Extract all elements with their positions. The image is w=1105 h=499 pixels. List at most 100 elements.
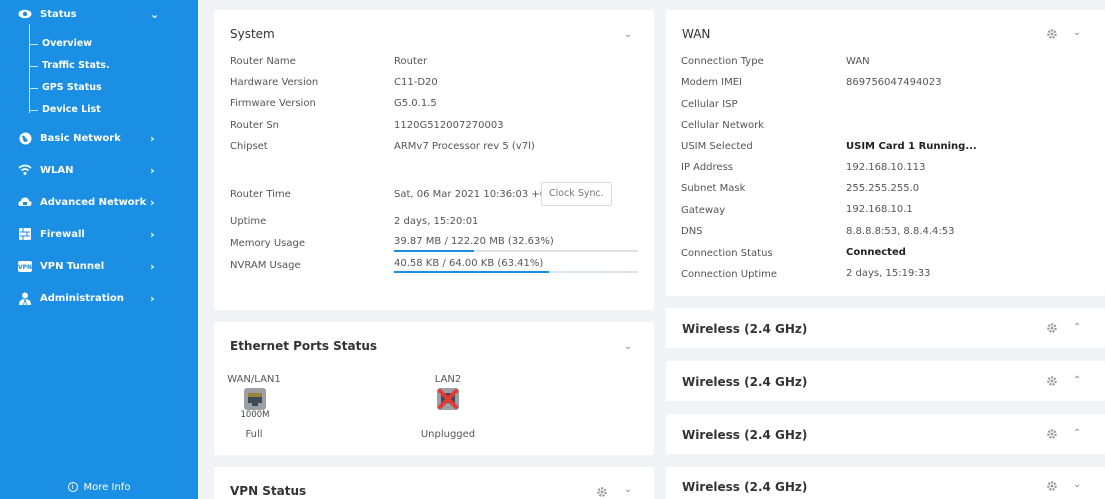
gear-icon[interactable] — [1046, 480, 1058, 492]
cloud-icon — [18, 195, 32, 209]
connection-type-label: Connection Type — [681, 56, 764, 67]
card-title: Wireless (2.4 GHz) — [682, 322, 808, 336]
card-title: Ethernet Ports Status — [230, 339, 378, 353]
wireless-card: Wireless (2.4 GHz) ⌃ — [666, 361, 1105, 401]
uptime-label: Uptime — [230, 216, 267, 227]
sidebar-item-label: VPN Tunnel — [40, 260, 105, 272]
clock-sync-button[interactable]: Clock Sync. — [541, 182, 612, 206]
sidebar: Status ⌄ Overview Traffic Stats. GPS Sta… — [0, 0, 198, 499]
chevron-right-icon: › — [150, 163, 155, 177]
sidebar-subitem-label: GPS Status — [42, 82, 102, 93]
ip-address-label: IP Address — [681, 162, 733, 173]
gear-icon[interactable] — [1046, 28, 1058, 40]
eye-icon — [18, 7, 32, 21]
uptime-value: 2 days, 15:20:01 — [394, 216, 479, 227]
chevron-up-icon[interactable]: ⌃ — [1073, 428, 1081, 439]
ethernet-port-unplugged-icon — [437, 388, 459, 410]
globe-icon — [18, 131, 32, 145]
card-title: WAN — [682, 27, 711, 41]
nvram-usage-label: NVRAM Usage — [230, 260, 301, 271]
modem-imei-value: 869756047494023 — [846, 77, 942, 88]
chevron-right-icon: › — [150, 259, 155, 273]
info-icon: i — [67, 482, 78, 492]
sidebar-subitem-label: Traffic Stats. — [42, 60, 110, 71]
sidebar-subitem-label: Device List — [42, 104, 101, 115]
port-speed: 1000M — [240, 410, 270, 420]
sidebar-item-label: Status — [40, 8, 77, 20]
card-title: Wireless (2.4 GHz) — [682, 480, 808, 494]
memory-usage-bar-fill — [394, 250, 474, 252]
sidebar-item-firewall[interactable]: Firewall › — [0, 219, 198, 249]
sidebar-item-basic-network[interactable]: Basic Network › — [0, 123, 198, 153]
gear-icon[interactable] — [1046, 322, 1058, 334]
vpn-icon: VPN — [18, 259, 32, 273]
connection-status-label: Connection Status — [681, 248, 773, 259]
sidebar-subitem-label: Overview — [42, 38, 93, 49]
router-sn-label: Router Sn — [230, 120, 280, 131]
router-time-value: Sat, 06 Mar 2021 10:36:03 +0800 — [394, 189, 566, 200]
nvram-usage-value: 40.58 KB / 64.00 KB (63.41%) — [394, 258, 544, 269]
port-name: WAN/LAN1 — [227, 374, 281, 385]
card-title: Wireless (2.4 GHz) — [682, 375, 808, 389]
sidebar-item-label: Basic Network — [40, 132, 121, 144]
router-time-label: Router Time — [230, 189, 291, 200]
memory-usage-value: 39.87 MB / 122.20 MB (32.63%) — [394, 236, 554, 247]
chevron-down-icon: ⌄ — [150, 7, 160, 21]
gateway-label: Gateway — [681, 205, 726, 216]
sidebar-subitem-overview[interactable]: Overview — [0, 33, 198, 55]
more-info-link[interactable]: i More Info — [0, 482, 198, 493]
port-name: LAN2 — [434, 374, 462, 385]
chevron-down-icon[interactable]: ⌄ — [624, 484, 632, 495]
gateway-value: 192.168.10.1 — [846, 204, 913, 215]
chipset-value: ARMv7 Processor rev 5 (v7l) — [394, 141, 535, 152]
firmware-version-label: Firmware Version — [230, 98, 316, 109]
subnet-mask-value: 255.255.255.0 — [846, 183, 920, 194]
firewall-icon — [18, 227, 32, 241]
card-title: VPN Status — [230, 484, 307, 498]
sidebar-item-wlan[interactable]: WLAN › — [0, 155, 198, 185]
sidebar-subitem-traffic-stats[interactable]: Traffic Stats. — [0, 55, 198, 77]
gear-icon[interactable] — [596, 486, 608, 498]
nvram-usage-bar-fill — [394, 271, 549, 273]
chevron-up-icon[interactable]: ⌃ — [1073, 375, 1081, 386]
port-status: Full — [245, 429, 263, 440]
chevron-right-icon: › — [150, 227, 155, 241]
dns-label: DNS — [681, 226, 703, 237]
sidebar-subitem-device-list[interactable]: Device List — [0, 99, 198, 121]
sidebar-item-vpn-tunnel[interactable]: VPN VPN Tunnel › — [0, 251, 198, 281]
router-name-label: Router Name — [230, 56, 296, 67]
card-title: System — [230, 27, 275, 41]
wifi-icon — [18, 163, 32, 177]
ip-address-value: 192.168.10.113 — [846, 162, 926, 173]
card-title: Wireless (2.4 GHz) — [682, 428, 808, 442]
vpn-status-card: VPN Status ⌄ — [214, 467, 654, 499]
chevron-right-icon: › — [150, 195, 155, 209]
chevron-right-icon: › — [150, 131, 155, 145]
chevron-down-icon[interactable]: ⌄ — [1073, 27, 1081, 38]
chevron-down-icon[interactable]: ⌄ — [624, 29, 632, 40]
chevron-down-icon[interactable]: ⌄ — [1073, 479, 1081, 490]
sidebar-item-administration[interactable]: Administration › — [0, 283, 198, 313]
sidebar-item-label: Administration — [40, 292, 124, 304]
chevron-up-icon[interactable]: ⌃ — [1073, 322, 1081, 333]
sidebar-subitem-gps-status[interactable]: GPS Status — [0, 77, 198, 99]
chipset-label: Chipset — [230, 141, 268, 152]
connection-status-value: Connected — [846, 247, 906, 258]
usim-selected-value: USIM Card 1 Running... — [846, 141, 977, 152]
port-status: Unplugged — [420, 429, 476, 440]
cellular-network-label: Cellular Network — [681, 120, 764, 131]
connection-type-value: WAN — [846, 56, 870, 67]
firmware-version-value: G5.0.1.5 — [394, 98, 437, 109]
gear-icon[interactable] — [1046, 375, 1058, 387]
dns-value: 8.8.8.8:53, 8.8.4.4:53 — [846, 226, 955, 237]
gear-icon[interactable] — [1046, 428, 1058, 440]
connection-uptime-value: 2 days, 15:19:33 — [846, 268, 931, 279]
subnet-mask-label: Subnet Mask — [681, 183, 746, 194]
wireless-card: Wireless (2.4 GHz) ⌃ — [666, 308, 1105, 348]
hardware-version-label: Hardware Version — [230, 77, 319, 88]
chevron-down-icon[interactable]: ⌄ — [624, 341, 632, 352]
chevron-right-icon: › — [150, 291, 155, 305]
memory-usage-label: Memory Usage — [230, 238, 306, 249]
nvram-usage-bar — [394, 271, 638, 273]
sidebar-item-advanced-network[interactable]: Advanced Network › — [0, 187, 198, 217]
